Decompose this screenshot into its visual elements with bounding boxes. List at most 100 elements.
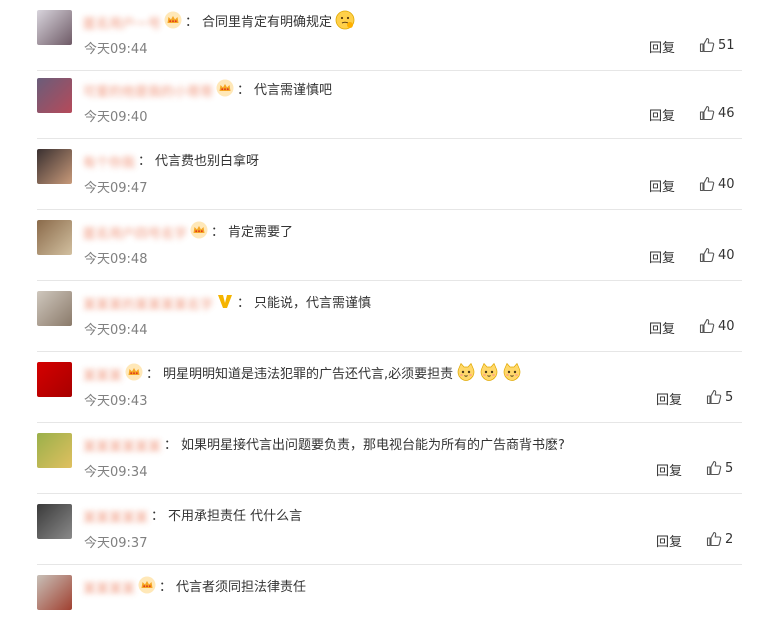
thinking-emoji	[335, 10, 355, 30]
thumbs-up-icon	[699, 247, 718, 263]
like-button[interactable]: 40	[699, 318, 735, 334]
colon-separator: ：	[211, 224, 225, 240]
comment-head: 有个你我：代言费也别白拿呀	[83, 148, 260, 172]
comment-text: 合同里肯定有明确规定	[202, 14, 333, 30]
comment-item: 匿名用户一号 ：合同里肯定有明确规定今天09:44 回复 51	[0, 0, 763, 71]
crown-icon	[125, 363, 143, 381]
comment-item: 匿名用户四号名字 ：肯定需要了今天09:48 回复 40	[0, 210, 763, 281]
comment-text: 代言费也别白拿呀	[155, 153, 260, 169]
reply-button[interactable]: 回复	[649, 318, 675, 337]
thumbs-up-icon	[706, 389, 725, 405]
comment-head: 可爱的他是我的小哥哥 ：代言需谨慎吧	[83, 77, 333, 100]
like-button[interactable]: 51	[699, 37, 735, 53]
thumbs-up-icon	[699, 176, 718, 192]
crown-icon	[190, 221, 208, 239]
like-button[interactable]: 5	[706, 460, 733, 476]
reply-button[interactable]: 回复	[649, 105, 675, 124]
avatar[interactable]	[37, 433, 72, 468]
avatar[interactable]	[37, 575, 72, 610]
comment-time: 今天09:37	[84, 536, 148, 551]
like-button[interactable]: 2	[706, 531, 733, 547]
comment-time: 今天09:44	[84, 323, 148, 338]
like-count: 5	[725, 460, 734, 476]
comment-head: 某某某的某某某某名字 ：只能说，代言需谨慎	[83, 290, 372, 313]
reply-button[interactable]: 回复	[649, 176, 675, 195]
comment-text: 肯定需要了	[228, 224, 294, 240]
comment-item: 可爱的他是我的小哥哥 ：代言需谨慎吧 今天09:40 回复 46	[0, 68, 763, 139]
thumbs-up-icon	[706, 460, 725, 476]
reply-button[interactable]: 回复	[649, 247, 675, 266]
like-count: 5	[725, 389, 734, 405]
avatar[interactable]	[37, 149, 72, 184]
like-count: 40	[718, 318, 735, 334]
avatar[interactable]	[37, 362, 72, 397]
crown-icon	[216, 79, 234, 97]
cat-emoji	[456, 362, 476, 382]
username-link[interactable]: 某某某某	[83, 578, 135, 597]
comment-text: 如果明星接代言出问题要负责，那电视台能为所有的广告商背书麽?	[181, 437, 565, 453]
thumbs-up-icon	[699, 37, 718, 53]
thumbs-up-icon	[706, 531, 725, 547]
reply-button[interactable]: 回复	[649, 37, 675, 56]
like-count: 40	[718, 247, 735, 263]
crown-icon	[164, 11, 182, 29]
username-link[interactable]: 可爱的他是我的小哥哥	[83, 81, 213, 100]
avatar[interactable]	[37, 220, 72, 255]
username-link[interactable]: 某某某的某某某某名字	[83, 294, 213, 313]
username-link[interactable]: 某某某某某	[83, 507, 148, 526]
comment-text: 只能说，代言需谨慎	[254, 295, 372, 311]
comment-text: 代言者须同担法律责任	[176, 579, 307, 595]
colon-separator: ：	[159, 579, 173, 595]
reply-button[interactable]: 回复	[656, 531, 682, 550]
comment-head: 匿名用户一号 ：合同里肯定有明确规定	[83, 9, 355, 32]
like-count: 2	[725, 531, 734, 547]
comment-time: 今天09:44	[84, 42, 148, 57]
colon-separator: ：	[237, 82, 251, 98]
like-button[interactable]: 46	[699, 105, 735, 121]
crown-icon	[138, 576, 156, 594]
like-count: 46	[718, 105, 735, 121]
colon-separator: ：	[237, 295, 251, 311]
avatar[interactable]	[37, 78, 72, 113]
comment-text: 代言需谨慎吧	[254, 82, 333, 98]
thumbs-up-icon	[699, 318, 718, 334]
comment-head: 某某某某某某：如果明星接代言出问题要负责，那电视台能为所有的广告商背书麽?	[83, 432, 565, 456]
comment-item: 有个你我：代言费也别白拿呀 今天09:47 回复 40	[0, 139, 763, 210]
like-count: 40	[718, 176, 735, 192]
comment-head: 某某某某某：不用承担责任 代什么言	[83, 503, 303, 527]
avatar[interactable]	[37, 10, 72, 45]
like-button[interactable]: 5	[706, 389, 733, 405]
username-link[interactable]: 匿名用户四号名字	[83, 223, 187, 242]
cat-emoji	[479, 362, 499, 382]
comment-time: 今天09:34	[84, 465, 148, 480]
username-link[interactable]: 某某某	[83, 365, 122, 384]
like-button[interactable]: 40	[699, 176, 735, 192]
comment-time: 今天09:48	[84, 252, 148, 267]
reply-button[interactable]: 回复	[656, 460, 682, 479]
colon-separator: ：	[151, 508, 165, 524]
comment-item: 某某某 ：明星明明知道是违法犯罪的广告还代言,必须要担责 今天09:43 回复 5	[0, 352, 763, 423]
comment-text: 明星明明知道是违法犯罪的广告还代言,必须要担责	[163, 366, 454, 382]
username-link[interactable]: 匿名用户一号	[83, 13, 161, 32]
colon-separator: ：	[164, 437, 178, 453]
reply-button[interactable]: 回复	[656, 389, 682, 408]
comment-item: 某某某某某某：如果明星接代言出问题要负责，那电视台能为所有的广告商背书麽? 今天0…	[0, 423, 763, 494]
username-link[interactable]: 某某某某某某	[83, 436, 161, 455]
like-button[interactable]: 40	[699, 247, 735, 263]
verified-v-icon	[216, 292, 234, 310]
comment-head: 某某某某 ：代言者须同担法律责任	[83, 574, 307, 597]
username-link[interactable]: 有个你我	[83, 152, 135, 171]
colon-separator: ：	[185, 14, 199, 30]
cat-emoji	[502, 362, 522, 382]
comment-time: 今天09:43	[84, 394, 148, 409]
comment-head: 某某某 ：明星明明知道是违法犯罪的广告还代言,必须要担责	[83, 361, 522, 384]
comment-time: 今天09:47	[84, 181, 148, 196]
avatar[interactable]	[37, 504, 72, 539]
comment-item: 某某某的某某某某名字 ：只能说，代言需谨慎今天09:44 回复 40	[0, 281, 763, 352]
thumbs-up-icon	[699, 105, 718, 121]
colon-separator: ：	[146, 366, 160, 382]
like-count: 51	[718, 37, 735, 53]
avatar[interactable]	[37, 291, 72, 326]
comment-text: 不用承担责任 代什么言	[168, 508, 303, 524]
colon-separator: ：	[138, 153, 152, 169]
